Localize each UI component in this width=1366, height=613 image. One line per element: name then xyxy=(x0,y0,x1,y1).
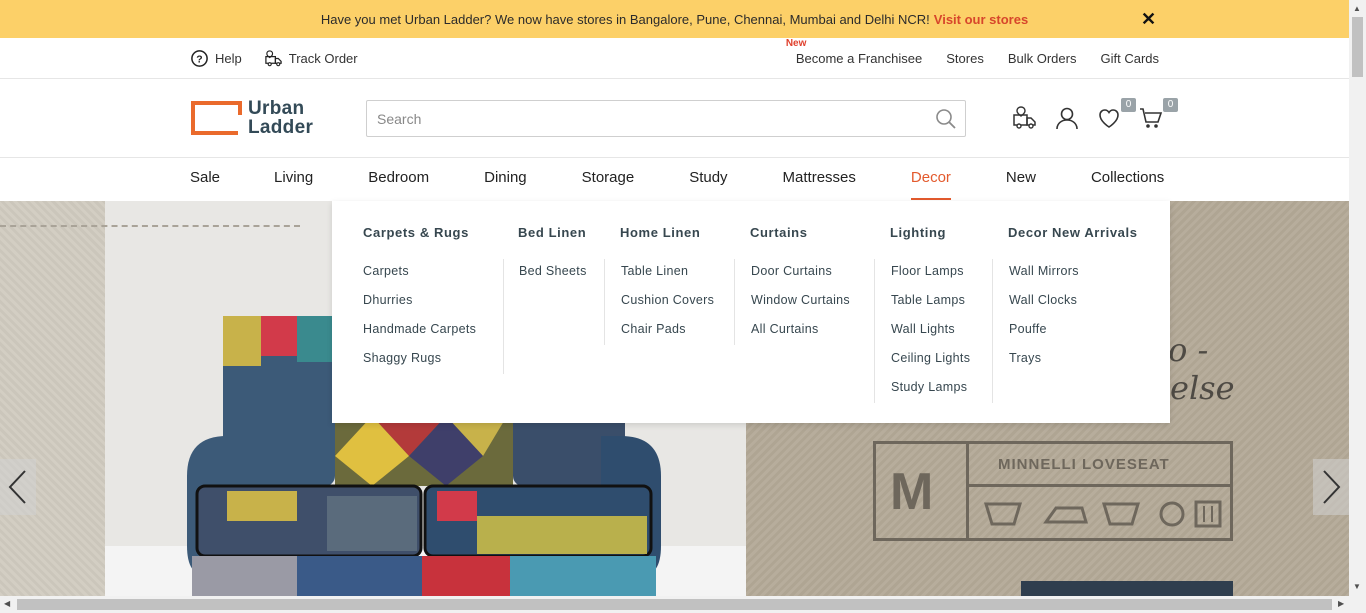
franchise-label: Become a Franchisee xyxy=(795,50,923,66)
next-slide-button[interactable] xyxy=(1313,459,1349,515)
logo-line2: Ladder xyxy=(248,117,314,138)
logo-text: Urban Ladder xyxy=(248,99,313,137)
decor-mega-menu: Carpets & Rugs Carpets Dhurries Handmade… xyxy=(332,201,1170,423)
franchise-link[interactable]: New Become a Franchisee xyxy=(786,38,923,66)
search-box xyxy=(366,100,966,137)
menu-item-bed-sheets[interactable]: Bed Sheets xyxy=(519,259,587,288)
nav-item-storage[interactable]: Storage xyxy=(582,158,635,201)
menu-item-chair-pads[interactable]: Chair Pads xyxy=(621,317,714,346)
bulk-orders-link[interactable]: Bulk Orders xyxy=(1008,51,1077,66)
scroll-down-icon[interactable]: ▼ xyxy=(1353,582,1361,591)
main-header: Urban Ladder 0 0 xyxy=(0,79,1349,158)
product-label-name: MINNELLI LOVESEAT xyxy=(998,456,1170,473)
category-nav: Sale Living Bedroom Dining Storage Study… xyxy=(0,158,1349,201)
nav-item-collections[interactable]: Collections xyxy=(1091,158,1164,201)
menu-heading[interactable]: Lighting xyxy=(890,225,946,240)
menu-item-window-curtains[interactable]: Window Curtains xyxy=(751,288,850,317)
shop-loveseats-button[interactable] xyxy=(1021,581,1233,596)
search-input[interactable] xyxy=(367,101,927,136)
horizontal-scrollbar[interactable]: ◀ ▶ xyxy=(0,596,1349,613)
menu-item-trays[interactable]: Trays xyxy=(1009,346,1079,375)
user-icon xyxy=(1056,107,1078,130)
account-button[interactable] xyxy=(1054,105,1080,131)
help-icon: ? xyxy=(191,49,208,67)
product-label-letter: M xyxy=(890,463,934,521)
prev-slide-button[interactable] xyxy=(0,459,36,515)
chevron-right-icon xyxy=(1323,470,1341,504)
nav-item-bedroom[interactable]: Bedroom xyxy=(368,158,429,201)
wishlist-button[interactable]: 0 xyxy=(1096,98,1136,131)
stores-link[interactable]: Stores xyxy=(946,51,984,66)
close-icon[interactable]: ✕ xyxy=(1141,9,1156,30)
scrollbar-thumb[interactable] xyxy=(1352,17,1363,77)
menu-item-pouffe[interactable]: Pouffe xyxy=(1009,317,1079,346)
menu-heading[interactable]: Bed Linen xyxy=(518,225,586,240)
logo-mark-icon xyxy=(191,101,242,135)
announcement-text: Have you met Urban Ladder? We now have s… xyxy=(320,11,930,27)
help-link[interactable]: ? Help xyxy=(190,49,242,68)
nav-item-dining[interactable]: Dining xyxy=(484,158,527,201)
cart-button[interactable]: 0 xyxy=(1138,98,1178,131)
nav-item-mattresses[interactable]: Mattresses xyxy=(783,158,856,201)
menu-item-cushion-covers[interactable]: Cushion Covers xyxy=(621,288,714,317)
announcement-bar: Have you met Urban Ladder? We now have s… xyxy=(0,0,1349,38)
visit-stores-link[interactable]: Visit our stores xyxy=(934,12,1028,27)
menu-heading[interactable]: Carpets & Rugs xyxy=(363,225,469,240)
logo-line1: Urban xyxy=(248,98,305,119)
wishlist-count-badge: 0 xyxy=(1121,98,1136,112)
menu-item-carpets[interactable]: Carpets xyxy=(363,259,476,288)
track-order-link[interactable]: Track Order xyxy=(264,49,358,68)
menu-item-wall-mirrors[interactable]: Wall Mirrors xyxy=(1009,259,1079,288)
menu-item-table-lamps[interactable]: Table Lamps xyxy=(891,288,970,317)
nav-item-sale[interactable]: Sale xyxy=(190,158,220,201)
cart-icon xyxy=(1140,108,1163,128)
logo[interactable]: Urban Ladder xyxy=(191,99,313,137)
scroll-right-icon[interactable]: ▶ xyxy=(1338,599,1344,608)
menu-item-floor-lamps[interactable]: Floor Lamps xyxy=(891,259,970,288)
menu-item-wall-clocks[interactable]: Wall Clocks xyxy=(1009,288,1079,317)
chevron-left-icon xyxy=(8,470,26,504)
hero-dashed-line xyxy=(0,225,300,227)
product-label: M MINNELLI LOVESEAT xyxy=(873,441,1233,541)
menu-heading[interactable]: Curtains xyxy=(750,225,808,240)
menu-heading[interactable]: Home Linen xyxy=(620,225,700,240)
menu-item-ceiling-lights[interactable]: Ceiling Lights xyxy=(891,346,970,375)
help-label: Help xyxy=(215,50,242,66)
svg-text:?: ? xyxy=(196,54,202,65)
hscrollbar-thumb[interactable] xyxy=(17,599,1332,610)
menu-item-table-linen[interactable]: Table Linen xyxy=(621,259,714,288)
vertical-scrollbar[interactable]: ▲ ▼ xyxy=(1349,0,1366,613)
delivery-truck-icon xyxy=(1013,106,1036,129)
track-order-label: Track Order xyxy=(288,50,358,66)
menu-item-door-curtains[interactable]: Door Curtains xyxy=(751,259,850,288)
utility-bar: ? Help Track Order New Become a Franchis… xyxy=(0,38,1349,79)
menu-item-dhurries[interactable]: Dhurries xyxy=(363,288,476,317)
menu-heading[interactable]: Decor New Arrivals xyxy=(1008,225,1138,240)
heart-icon xyxy=(1099,109,1119,128)
menu-item-wall-lights[interactable]: Wall Lights xyxy=(891,317,970,346)
cart-count-badge: 0 xyxy=(1163,98,1178,112)
nav-item-study[interactable]: Study xyxy=(689,158,727,201)
gift-cards-link[interactable]: Gift Cards xyxy=(1100,51,1159,66)
hero-script-line2: else xyxy=(1170,369,1235,407)
search-icon[interactable] xyxy=(935,108,957,130)
label-hdivider xyxy=(966,484,1230,487)
label-divider xyxy=(966,444,969,538)
scroll-up-icon[interactable]: ▲ xyxy=(1353,4,1361,13)
menu-item-handmade-carpets[interactable]: Handmade Carpets xyxy=(363,317,476,346)
menu-item-shaggy-rugs[interactable]: Shaggy Rugs xyxy=(363,346,476,375)
menu-item-study-lamps[interactable]: Study Lamps xyxy=(891,375,970,404)
nav-item-decor[interactable]: Decor xyxy=(910,158,951,201)
track-order-button[interactable] xyxy=(1012,105,1038,131)
menu-item-all-curtains[interactable]: All Curtains xyxy=(751,317,850,346)
nav-item-living[interactable]: Living xyxy=(274,158,313,201)
new-badge: New xyxy=(785,37,807,49)
delivery-icon xyxy=(265,49,282,66)
scroll-left-icon[interactable]: ◀ xyxy=(4,599,10,608)
care-icons xyxy=(983,500,1222,528)
nav-item-new[interactable]: New xyxy=(1006,158,1036,201)
